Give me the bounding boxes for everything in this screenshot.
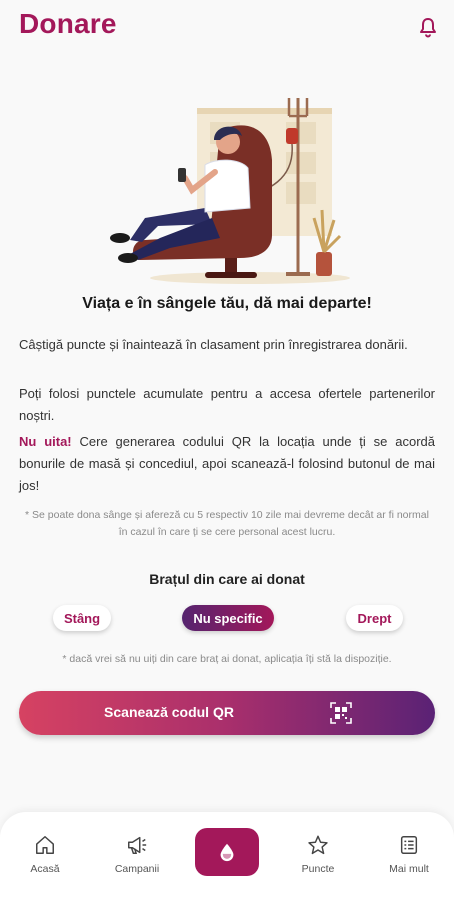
nav-item-donate[interactable] xyxy=(195,828,259,876)
arm-option-unspecified[interactable]: Nu specific xyxy=(182,605,274,631)
home-icon xyxy=(36,836,54,854)
reminder-bold: Nu uita! xyxy=(19,434,72,449)
blood-drop-icon xyxy=(220,843,234,862)
arm-option-right[interactable]: Drept xyxy=(346,605,403,631)
info-paragraph-reminder: Nu uita! Cere generarea codului QR la lo… xyxy=(19,431,435,497)
arm-note: * dacă vrei să nu uiți din care braț ai … xyxy=(62,653,392,665)
nav-item-more[interactable]: Mai mult xyxy=(364,834,454,875)
info-paragraph-offers: Poți folosi punctele acumulate pentru a … xyxy=(19,386,435,423)
bell-icon[interactable] xyxy=(416,16,440,40)
qr-code-icon xyxy=(330,702,352,724)
star-icon xyxy=(308,835,328,855)
list-icon xyxy=(400,836,418,854)
nav-item-points[interactable]: Puncte xyxy=(273,834,363,875)
bottom-nav: Acasă Campanii Puncte Mai mult xyxy=(0,812,454,900)
reminder-text: Cere generarea codului QR la locația und… xyxy=(19,434,435,493)
nav-item-campaigns[interactable]: Campanii xyxy=(92,834,182,875)
nav-label-home: Acasă xyxy=(30,863,60,875)
nav-label-campaigns: Campanii xyxy=(114,863,160,875)
app-header: Donare xyxy=(0,0,454,56)
info-paragraph-points: Câștigă puncte și înaintează în clasamen… xyxy=(19,337,408,352)
megaphone-icon xyxy=(128,836,147,854)
nav-item-home[interactable]: Acasă xyxy=(0,834,90,875)
donation-illustration xyxy=(110,98,350,284)
arm-option-left[interactable]: Stâng xyxy=(53,605,111,631)
donation-interval-note: * Se poate dona sânge și afereză cu 5 re… xyxy=(25,509,429,538)
nav-label-points: Puncte xyxy=(301,863,335,875)
nav-label-more: Mai mult xyxy=(389,863,429,875)
page-title: Donare xyxy=(19,8,117,39)
arm-section-title: Brațul din care ai donat xyxy=(149,571,305,587)
scan-qr-label: Scanează codul QR xyxy=(104,704,234,720)
scan-qr-button[interactable]: Scanează codul QR xyxy=(19,691,435,735)
headline: Viața e în sângele tău, dă mai departe! xyxy=(82,295,372,312)
